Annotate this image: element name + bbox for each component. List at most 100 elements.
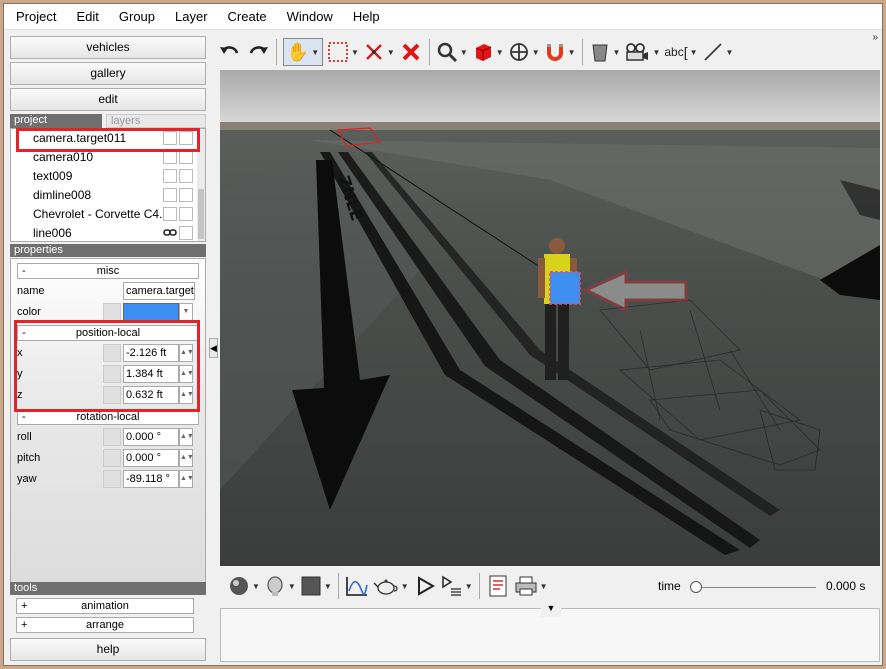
chevron-down-icon: ▼ [652,47,661,57]
snap-tool-button[interactable]: ▼ [544,38,576,66]
lock-checkbox[interactable] [179,150,193,164]
chevron-down-icon: ▼ [567,47,576,57]
text-tool-button[interactable]: abc[▼ [664,38,697,66]
menu-edit[interactable]: Edit [66,4,108,30]
color-fill-button[interactable]: ▼ [300,572,332,600]
collapse-toggle[interactable]: - [22,410,26,424]
menu-group[interactable]: Group [109,4,165,30]
selection-box-icon [328,42,348,62]
collapse-panel-toggle[interactable]: ◀ [209,338,218,358]
edit-button[interactable]: edit [10,88,206,111]
visibility-checkbox[interactable] [163,207,177,221]
lock-checkbox[interactable] [179,226,193,240]
zoom-tool-button[interactable]: ▼ [436,38,468,66]
3d-viewport[interactable]: ZNLE [220,70,880,566]
yaw-spinner[interactable]: ▲▼ [179,470,194,488]
tree-item-dimline008[interactable]: dimline008 [11,186,197,205]
tree-item-label: line006 [33,226,72,240]
undo-button[interactable] [218,38,242,66]
panel-expand-toggle[interactable]: ▼ [541,603,561,617]
pitch-field[interactable]: 0.000 ° [123,449,179,467]
tab-layers[interactable]: layers [106,114,206,128]
box-tool-button[interactable]: ▼ [472,38,504,66]
color-swatch[interactable] [123,303,179,321]
visibility-checkbox[interactable] [163,150,177,164]
prop-label: color [17,306,41,318]
visibility-checkbox[interactable] [163,188,177,202]
redo-button[interactable] [246,38,270,66]
bucket-tool-button[interactable]: ▼ [589,38,621,66]
teapot-button[interactable]: ▼ [373,572,409,600]
move-tool-button[interactable]: ▼ [508,38,540,66]
prop-label: name [17,285,45,297]
select-tool-button[interactable]: ▼ [327,38,359,66]
visibility-checkbox[interactable] [163,169,177,183]
expand-toggle[interactable]: + [21,599,27,613]
yaw-field[interactable]: -89.118 ° [123,470,179,488]
magnet-icon [546,44,563,61]
prop-label: roll [17,431,32,443]
bottom-toolbar: ▼ ▼ ▼ ▼ ▼ ▼ time 0.000 s [220,568,880,604]
menu-project[interactable]: Project [4,4,66,30]
roll-spinner[interactable]: ▲▼ [179,428,194,446]
chevron-down-icon: ▼ [612,47,621,57]
pan-tool-button[interactable]: ✋ ▼ [283,38,323,66]
properties-panel: misc - name camera.target color ▼ positi… [10,258,206,588]
lock-checkbox[interactable] [179,207,193,221]
menu-help[interactable]: Help [343,4,390,30]
redo-icon [249,46,268,54]
prop-yaw: yaw -89.118 ° ▲▼ [17,469,199,489]
tool-animation[interactable]: animation + [16,598,194,614]
expand-toggle[interactable]: + [21,618,27,632]
tree-item-text009[interactable]: text009 [11,167,197,186]
render-list-button[interactable]: ▼ [441,572,473,600]
prop-roll: roll 0.000 ° ▲▼ [17,427,199,447]
chevron-down-icon: ▼ [531,47,540,57]
tree-item-corvette[interactable]: Chevrolet - Corvette C4... [11,205,197,224]
menu-window[interactable]: Window [277,4,343,30]
name-field[interactable]: camera.target [123,282,195,300]
lock-checkbox[interactable] [179,169,193,183]
head-icon [267,576,283,596]
tree-item-label: Chevrolet - Corvette C4... [33,207,170,221]
cursor-icon: [ [683,44,688,60]
toolbar-separator [581,39,583,65]
delete-button[interactable] [399,38,423,66]
teapot-icon [373,579,398,595]
roll-field[interactable]: 0.000 ° [123,428,179,446]
menu-create[interactable]: Create [218,4,277,30]
time-slider-handle[interactable] [690,581,702,593]
print-button[interactable]: ▼ [514,572,548,600]
menu-layer[interactable]: Layer [165,4,218,30]
toolbar-overflow-button[interactable]: » [872,32,878,43]
prop-reset-gutter [103,303,121,321]
hand-icon: ✋ [286,41,310,62]
square-swatch-icon [301,576,321,596]
graph-button[interactable] [345,572,369,600]
play-list-icon [441,575,461,596]
scroll-thumb[interactable] [198,189,204,239]
tab-project[interactable]: project [10,114,102,128]
lock-checkbox[interactable] [179,188,193,202]
collapse-toggle[interactable]: - [22,264,26,278]
vehicles-button[interactable]: vehicles [10,36,206,59]
color-dropdown[interactable]: ▼ [179,303,193,321]
tree-item-line006[interactable]: line006 [11,224,197,241]
report-button[interactable] [486,572,510,600]
play-icon [417,576,435,596]
material-button[interactable]: ▼ [228,572,260,600]
line-tool-button[interactable]: ▼ [702,38,733,66]
camera-tool-button[interactable]: ▼ [624,38,660,66]
app-window: Project Edit Group Layer Create Window H… [3,3,883,666]
chevron-down-icon: ▼ [464,581,473,591]
time-slider-track[interactable] [696,587,816,588]
head-button[interactable]: ▼ [264,572,296,600]
tool-arrange[interactable]: arrange + [16,617,194,633]
gallery-button[interactable]: gallery [10,62,206,85]
help-button[interactable]: help [10,638,206,661]
play-button[interactable] [413,572,437,600]
text-tool-label: abc [664,45,684,59]
cut-tool-button[interactable]: ▼ [363,38,395,66]
group-misc[interactable]: misc - [17,263,199,279]
pitch-spinner[interactable]: ▲▼ [179,449,194,467]
